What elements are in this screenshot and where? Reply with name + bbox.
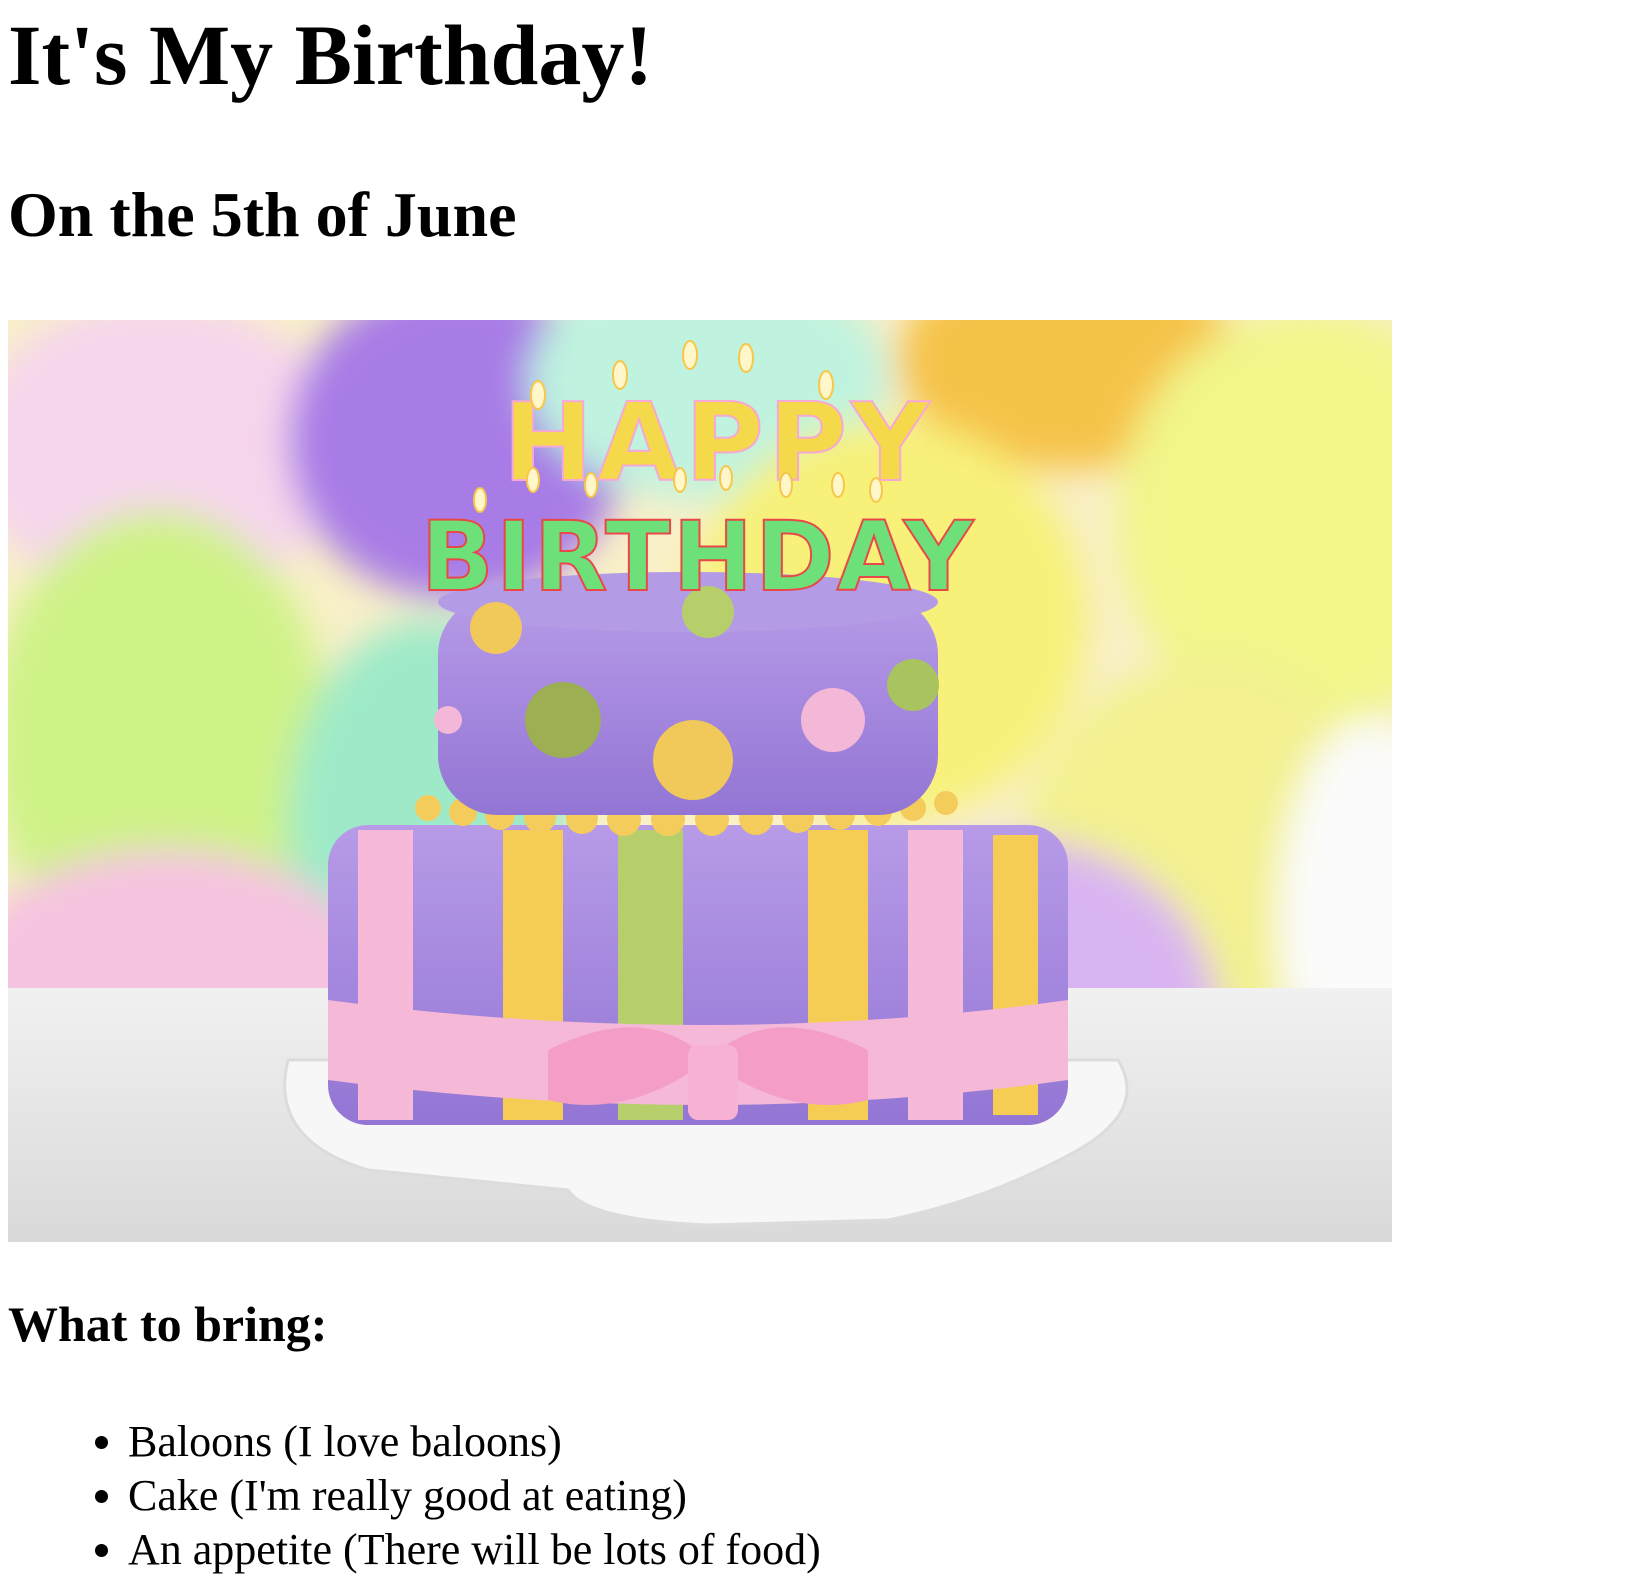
candle-text-happy: HAPPY (503, 381, 933, 506)
bring-list: Baloons (I love baloons) Cake (I'm reall… (8, 1415, 821, 1577)
page-title: It's My Birthday! (8, 7, 653, 103)
candle-text-birthday: BIRTHDAY (421, 501, 976, 613)
what-to-bring-heading: What to bring: (8, 1296, 328, 1352)
list-item: Baloons (I love baloons) (128, 1415, 821, 1469)
page-subtitle: On the 5th of June (8, 179, 517, 250)
list-item: Cake (I'm really good at eating) (128, 1469, 821, 1523)
list-item: An appetite (There will be lots of food) (128, 1523, 821, 1577)
birthday-cake-image: HAPPY BIRTHDAY (8, 320, 1392, 1242)
